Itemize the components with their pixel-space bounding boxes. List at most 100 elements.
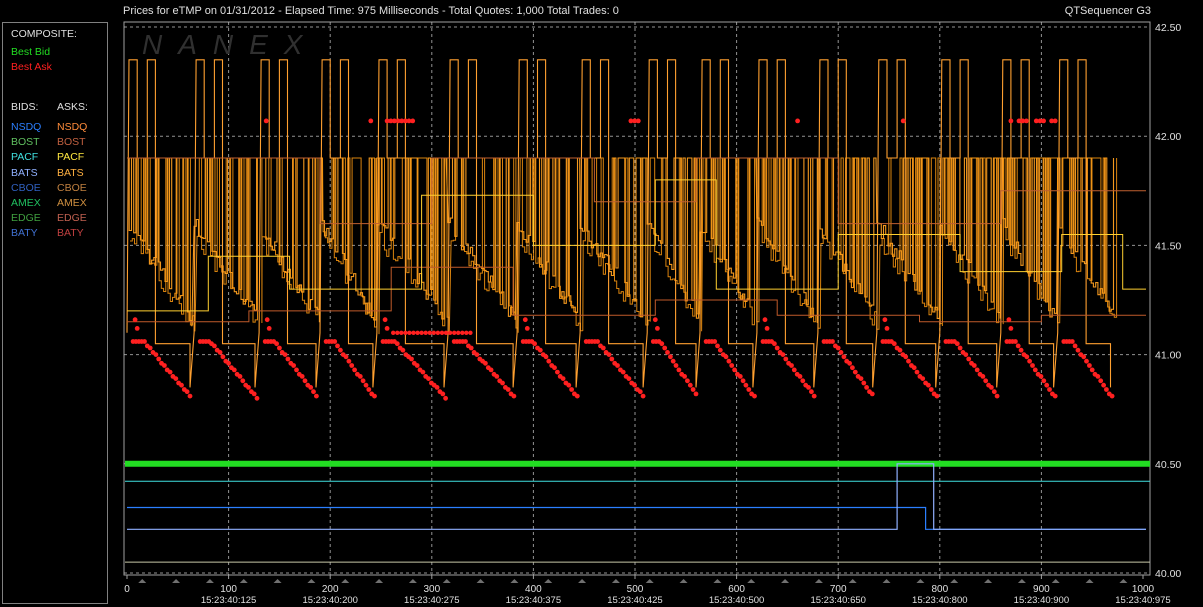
best-ask-dot <box>635 118 641 124</box>
best-ask-dot <box>726 358 732 364</box>
best-ask-dot <box>1084 358 1089 364</box>
best-ask-dot <box>903 354 909 360</box>
best-ask-dot <box>434 385 440 390</box>
x-marker <box>1051 579 1060 583</box>
best-ask-dot <box>983 378 989 384</box>
x-time-label: 15:23:40:125 <box>201 595 256 606</box>
best-ask-dot <box>167 369 173 375</box>
best-ask-dot <box>1089 367 1095 373</box>
best-ask-dot <box>566 382 572 388</box>
best-ask-dot <box>302 378 308 384</box>
best-ask-dot <box>620 369 626 375</box>
x-time-label: 15:23:40:375 <box>506 595 561 606</box>
best-ask-dot <box>357 374 363 379</box>
x-marker <box>273 579 282 583</box>
best-ask-dot <box>468 330 473 335</box>
x-time-label: 15:23:40:275 <box>404 595 459 606</box>
best-ask-dot <box>637 389 643 395</box>
best-ask-dot <box>712 339 718 344</box>
best-ask-dot <box>1101 382 1106 388</box>
best-ask-dot <box>780 352 786 357</box>
x-tick-label: 1000 <box>1132 584 1155 595</box>
best-ask-dot <box>251 391 257 397</box>
best-ask-dot <box>410 118 416 124</box>
x-marker <box>307 579 316 583</box>
x-tick-label: 200 <box>322 584 339 595</box>
best-ask-dot <box>447 330 453 335</box>
best-ask-dot <box>346 358 352 364</box>
best-ask-dot <box>662 345 668 351</box>
best-ask-dot <box>153 352 159 357</box>
x-marker <box>814 579 823 583</box>
best-ask-dot <box>1030 363 1035 368</box>
best-ask-dot <box>343 354 349 360</box>
best-ask-dot <box>452 330 457 335</box>
best-ask-dot <box>294 367 299 373</box>
best-ask-dot <box>443 330 449 335</box>
best-ask-dot <box>299 374 305 379</box>
x-marker <box>1119 579 1128 583</box>
x-tick-label: 900 <box>1033 584 1050 595</box>
best-ask-dot <box>254 395 260 401</box>
best-ask-dot <box>835 345 841 351</box>
x-tick-label: 800 <box>931 584 948 595</box>
x-marker <box>781 579 790 583</box>
best-ask-dot <box>537 347 543 353</box>
best-ask-dot <box>989 385 994 390</box>
best-ask-dot <box>505 387 511 392</box>
best-ask-dot <box>764 326 770 331</box>
best-ask-dot <box>882 317 888 323</box>
best-ask-dot <box>1041 378 1047 384</box>
best-ask-dot <box>264 317 270 323</box>
x-marker <box>375 579 384 583</box>
best-ask-dot <box>928 387 934 392</box>
best-ask-dot <box>994 393 1000 399</box>
best-ask-dot <box>861 380 867 386</box>
best-ask-dot <box>655 326 660 331</box>
x-marker <box>1085 579 1094 583</box>
x-marker <box>172 579 181 583</box>
best-ask-dot <box>419 330 424 335</box>
best-ask-dot <box>156 356 162 362</box>
best-ask-dot <box>740 378 746 384</box>
x-tick-label: 500 <box>627 584 644 595</box>
best-ask-dot <box>911 365 917 371</box>
best-ask-dot <box>132 317 138 323</box>
x-marker <box>205 579 214 583</box>
best-ask-dot <box>372 393 377 399</box>
best-ask-dot <box>415 330 420 335</box>
x-marker <box>679 579 688 583</box>
best-ask-dot <box>838 350 844 355</box>
best-ask-dot <box>173 376 179 381</box>
best-ask-dot <box>1027 358 1032 364</box>
best-ask-dot <box>217 350 223 355</box>
best-ask-dot <box>511 393 517 399</box>
best-ask-dot <box>789 363 794 368</box>
best-ask-dot <box>427 330 432 335</box>
best-ask-dot <box>420 369 426 375</box>
best-ask-dot <box>1072 343 1078 349</box>
best-ask-dot <box>652 317 658 323</box>
x-marker <box>984 579 993 583</box>
best-ask-dot <box>914 369 920 375</box>
best-ask-dot <box>690 387 696 392</box>
best-ask-dot <box>847 360 852 366</box>
best-ask-dot <box>966 356 972 362</box>
best-ask-dot <box>423 330 428 335</box>
best-ask-dot <box>1006 317 1012 323</box>
best-ask-dot <box>524 326 530 331</box>
best-ask-dot <box>400 347 406 353</box>
best-ask-dot <box>715 343 720 349</box>
best-ask-dot <box>864 385 869 390</box>
best-ask-dot <box>1052 393 1058 399</box>
best-ask-dot <box>494 374 500 379</box>
x-tick-label: 100 <box>220 584 237 595</box>
x-marker <box>442 579 451 583</box>
best-ask-dot <box>1032 367 1038 373</box>
x-tick-label: 400 <box>525 584 542 595</box>
best-ask-dot <box>147 345 153 351</box>
best-ask-dot <box>231 367 237 373</box>
best-ask-dot <box>184 389 190 395</box>
x-tick-label: 700 <box>830 584 847 595</box>
best-ask-dot <box>332 339 338 344</box>
